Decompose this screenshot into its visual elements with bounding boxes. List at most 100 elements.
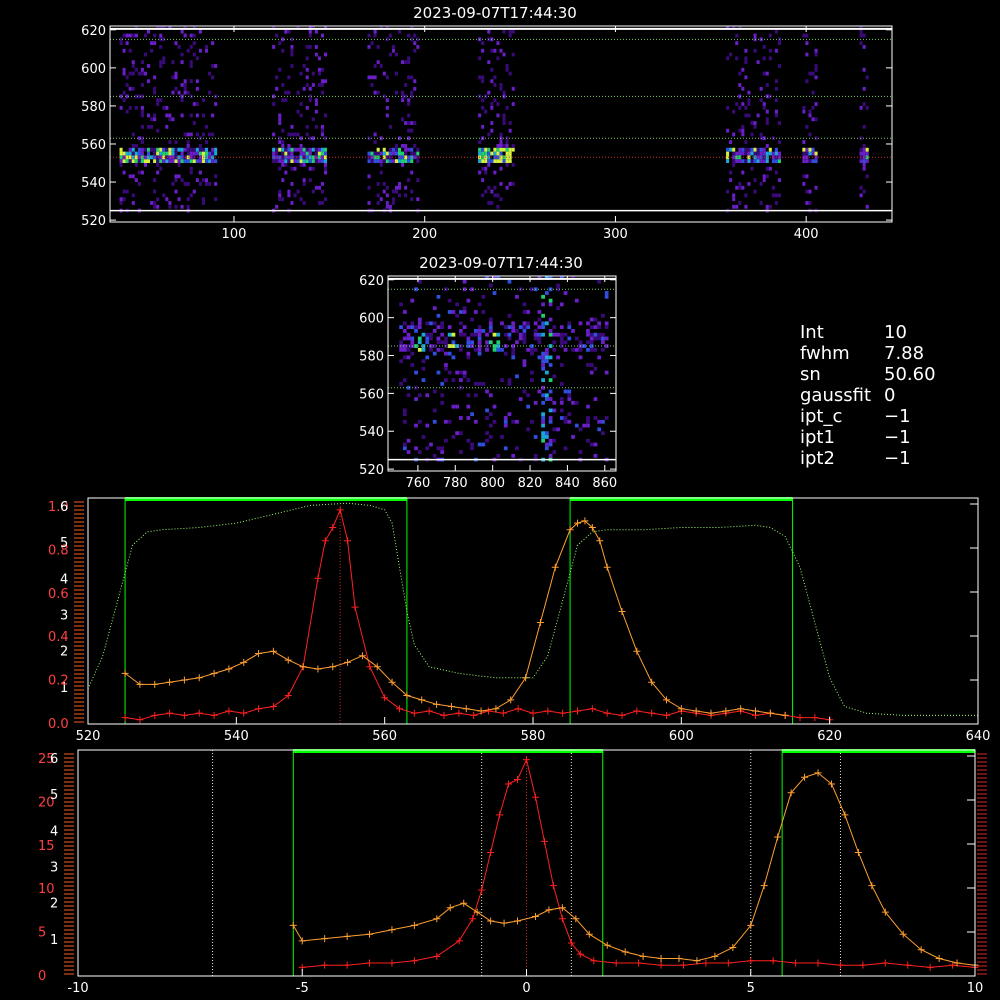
heatmap-cell (508, 33, 512, 38)
heatmap-cell (410, 351, 415, 356)
heatmap-cell (275, 159, 279, 164)
heatmap-cell (765, 174, 769, 179)
heatmap-cell (302, 163, 306, 167)
heatmap-cell (302, 147, 306, 152)
heatmap-cell (589, 332, 594, 337)
heatmap-cell (559, 336, 564, 341)
heatmap-cell (134, 143, 138, 148)
heatmap-cell (406, 332, 411, 337)
heatmap-cell (515, 446, 519, 451)
heatmap-cell (159, 166, 163, 171)
heatmap-cell (284, 90, 288, 95)
heatmap-cell (324, 52, 328, 57)
heatmap-cell (134, 159, 138, 164)
heatmap-cell (165, 113, 169, 118)
heatmap-cell (756, 113, 760, 118)
heatmap-cell (183, 90, 187, 95)
heatmap-cell (499, 151, 503, 156)
heatmap-cell (462, 374, 467, 379)
data-point (514, 917, 522, 925)
data-point (881, 959, 889, 967)
heatmap-cell (481, 41, 485, 46)
heatmap-cell (211, 151, 215, 156)
heatmap-cell (402, 355, 407, 360)
heatmap-cell (484, 159, 488, 164)
heatmap-cell (324, 159, 328, 164)
heatmap-cell (311, 83, 315, 87)
heatmap-cell (859, 33, 863, 38)
y-tick-label: 580 (81, 100, 106, 115)
heatmap-cell (278, 140, 282, 144)
heatmap-cell (119, 159, 123, 164)
heatmap-cell (320, 79, 325, 84)
heatmap-cell (385, 204, 389, 209)
data-point (151, 680, 159, 688)
info-row: sn 50.60 (800, 364, 936, 385)
heatmap-cell (507, 382, 512, 386)
heatmap-cell (808, 113, 812, 118)
heatmap-cell (499, 83, 503, 87)
heatmap-cell (414, 370, 418, 375)
heatmap-cell (466, 351, 471, 356)
heatmap-cell (432, 453, 437, 458)
heatmap-cell (473, 329, 478, 333)
heatmap-cell (505, 143, 509, 148)
heatmap-cell (802, 159, 806, 164)
heatmap-cell (462, 325, 467, 330)
heatmap-cell (407, 56, 411, 61)
heatmap-cell (762, 174, 766, 179)
heatmap-cell (451, 378, 456, 383)
data-point (657, 955, 665, 963)
heatmap-cell (367, 185, 371, 190)
heatmap-cell (171, 75, 175, 80)
heatmap-cell (459, 431, 463, 436)
heatmap-cell (174, 189, 178, 194)
left-tick-label: 2 (50, 897, 58, 912)
heatmap-cell (862, 159, 866, 164)
heatmap-cell (159, 151, 163, 156)
heatmap-cell (762, 147, 766, 152)
heatmap-cell (487, 90, 491, 95)
heatmap-cell (507, 325, 512, 330)
heatmap-cell (522, 302, 527, 307)
heatmap-cell (511, 453, 516, 458)
heatmap-cell (421, 347, 426, 352)
heatmap-cell (808, 71, 812, 76)
heatmap-cell (473, 347, 478, 352)
heatmap-cell (777, 151, 781, 156)
heatmap-cell (407, 121, 411, 125)
heatmap-cell (741, 128, 745, 133)
heatmap-cell (391, 147, 395, 152)
heatmap-cell (578, 321, 583, 326)
heatmap-cell (183, 159, 187, 164)
heatmap-cell (137, 182, 141, 186)
heatmap-cell (601, 336, 605, 341)
heatmap-cell (548, 453, 553, 458)
heatmap-cell (556, 427, 560, 432)
heatmap-cell (180, 147, 184, 152)
heatmap-cell (440, 450, 445, 454)
heatmap-cell (401, 98, 405, 103)
heatmap-cell (278, 189, 282, 194)
heatmap-cell (537, 340, 542, 345)
heatmap-cell (503, 419, 508, 424)
heatmap-cell (735, 204, 739, 209)
data-point (366, 930, 374, 938)
data-point (618, 711, 626, 719)
heatmap-cell (526, 427, 531, 432)
heatmap-cell (541, 359, 545, 364)
heatmap-cell (601, 313, 605, 318)
heatmap-cell (189, 33, 193, 38)
heatmap-cell (293, 132, 297, 137)
heatmap-cell (522, 340, 527, 345)
heatmap-cell (399, 382, 403, 386)
heatmap-cell (496, 102, 500, 106)
heatmap-cell (379, 151, 383, 156)
heatmap-cell (308, 45, 312, 49)
heatmap-cell (376, 159, 380, 164)
heatmap-cell (478, 159, 482, 164)
heatmap-cell (522, 325, 527, 330)
heatmap-cell (125, 109, 129, 114)
heatmap-cell (198, 159, 202, 164)
heatmap-cell (548, 332, 553, 337)
